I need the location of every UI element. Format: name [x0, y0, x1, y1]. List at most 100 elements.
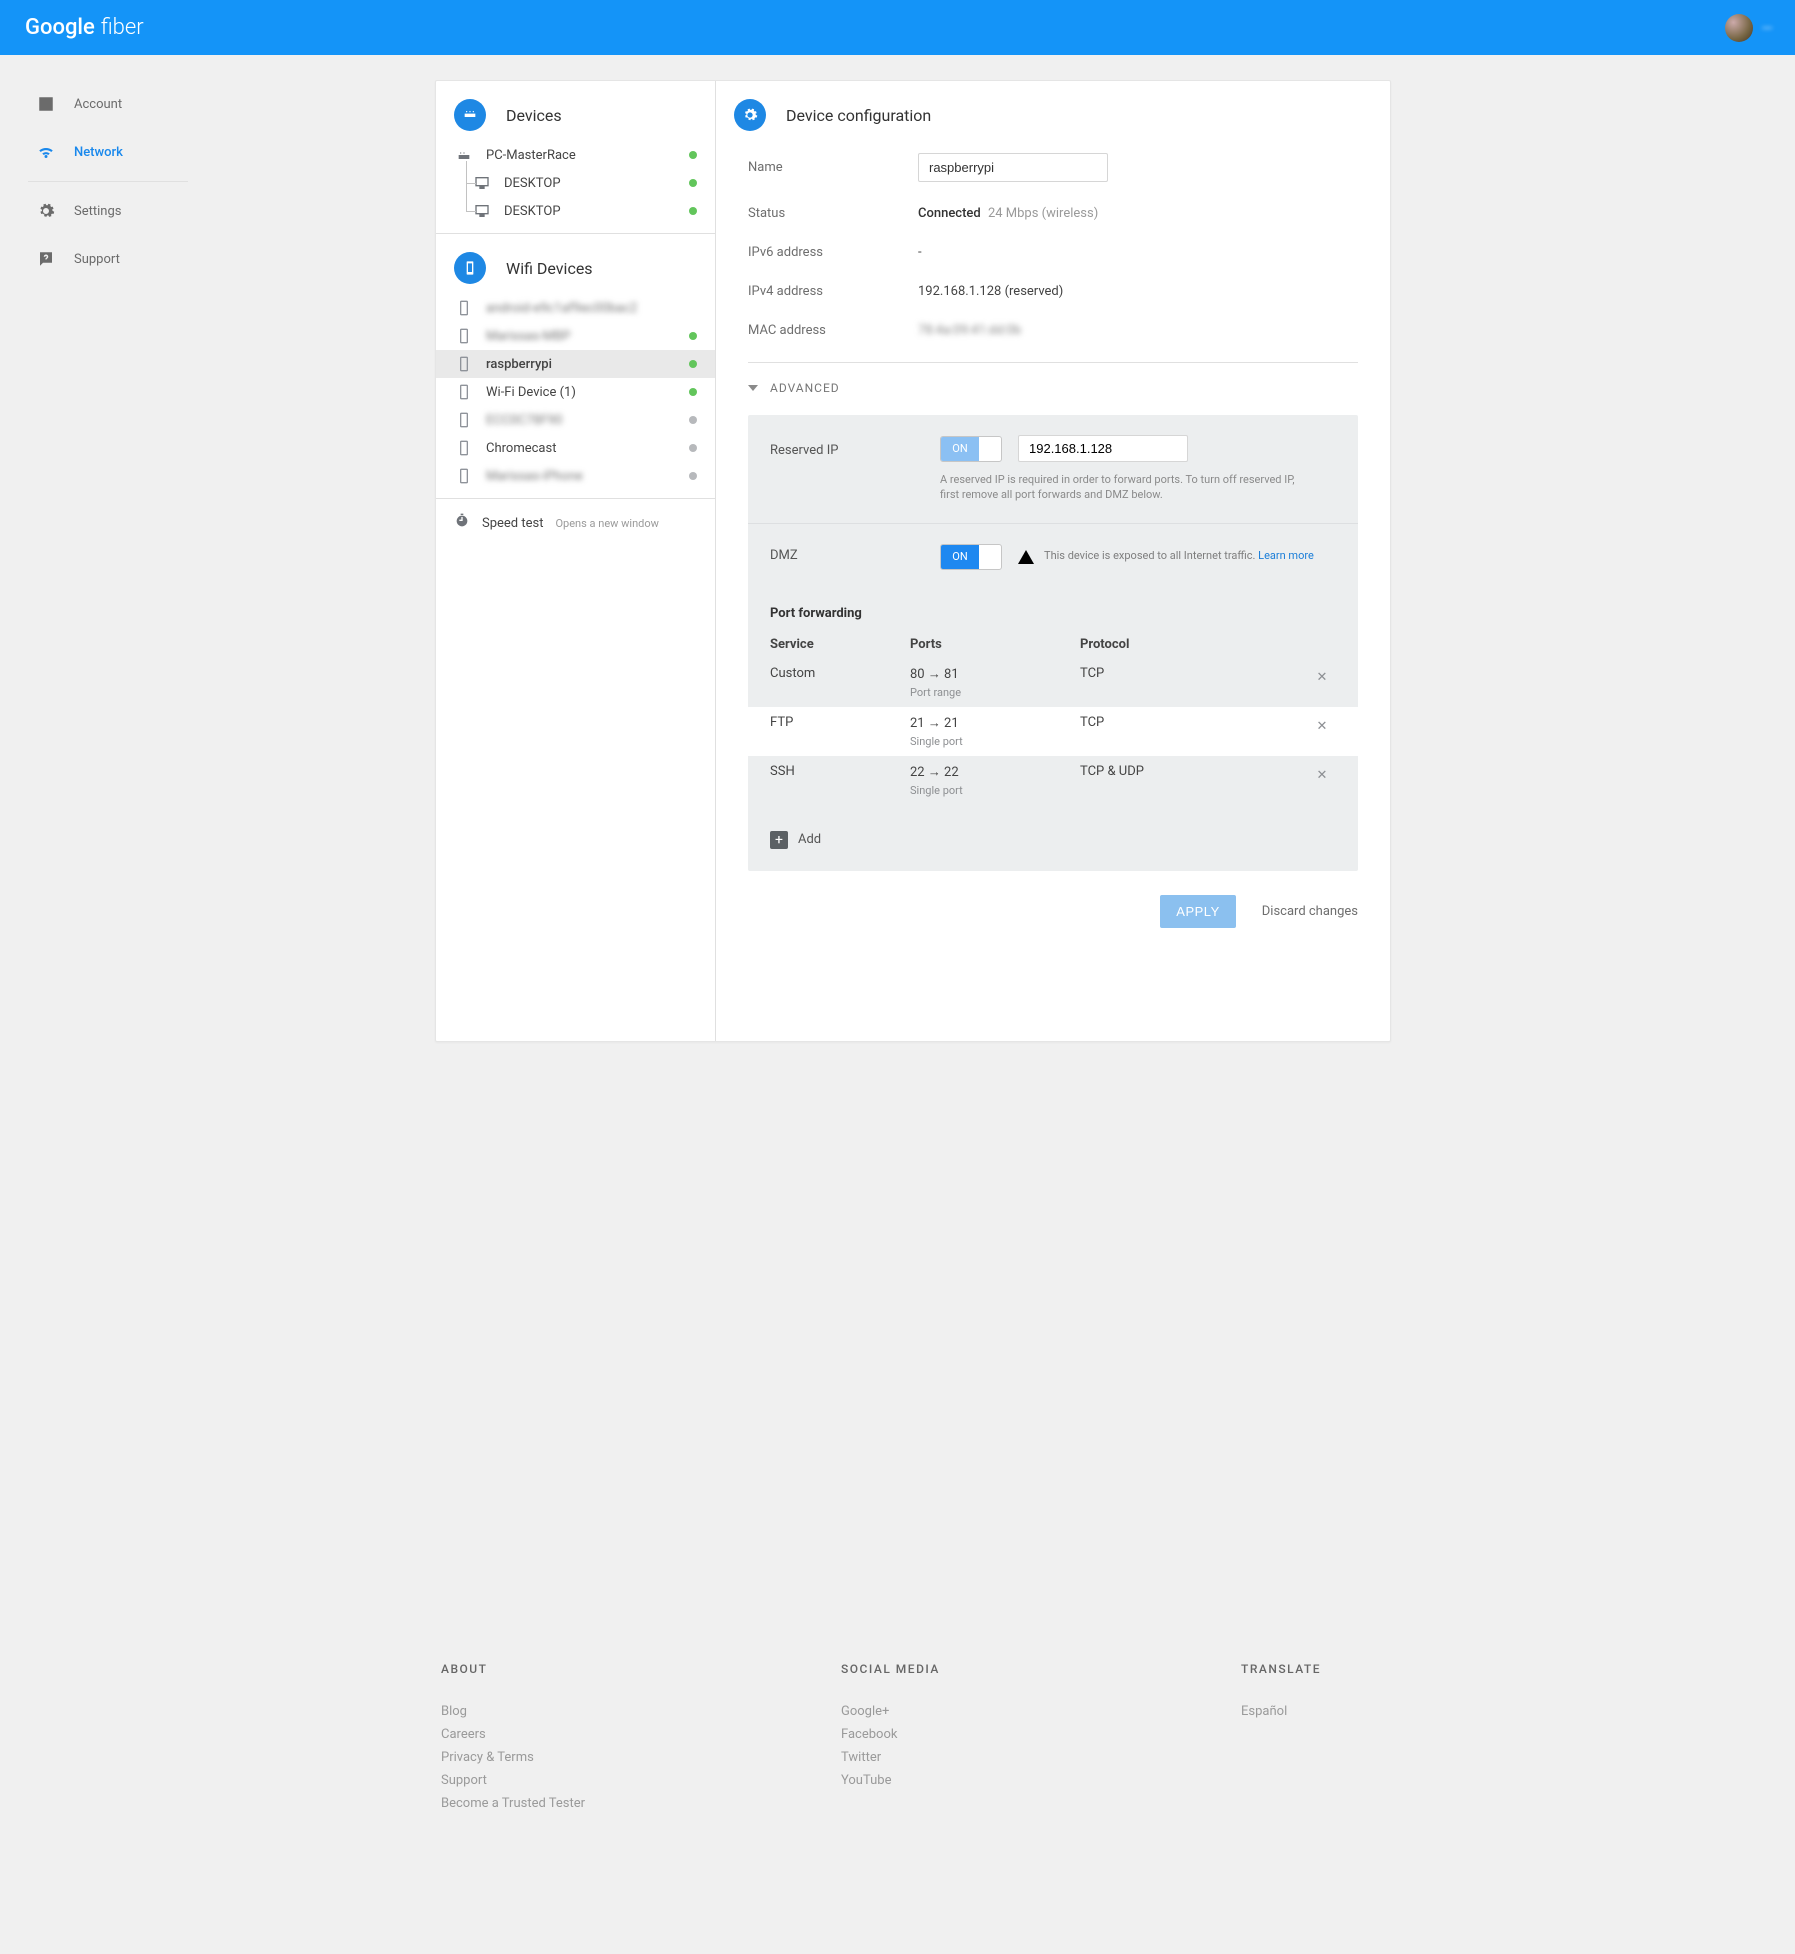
account-menu[interactable]: — [1725, 14, 1773, 42]
reserved-ip-label: Reserved IP [770, 439, 940, 458]
footer-link[interactable]: YouTube [841, 1769, 1241, 1792]
wifi-device-item[interactable]: ECC0C78F90 [436, 406, 715, 434]
reserved-ip-hint: A reserved IP is required in order to fo… [940, 472, 1300, 503]
footer-link[interactable]: Blog [441, 1700, 841, 1723]
dmz-label: DMZ [770, 544, 940, 563]
pf-delete-button[interactable]: ✕ [1308, 666, 1336, 685]
pf-row[interactable]: FTP21 → 21Single portTCP✕ [748, 707, 1358, 756]
footer-link[interactable]: Facebook [841, 1723, 1241, 1746]
pf-head-protocol: Protocol [1080, 637, 1308, 652]
nav-divider [28, 181, 188, 182]
pf-service: FTP [770, 715, 910, 730]
wifi-devices-title: Wifi Devices [506, 259, 593, 278]
brand-logo[interactable]: Google fiber [25, 15, 144, 40]
wifi-device-item[interactable]: Marissas-iPhone [436, 462, 715, 490]
speed-test-link[interactable]: Speed test Opens a new window [436, 499, 715, 547]
footer-link[interactable]: Support [441, 1769, 841, 1792]
toggle-knob [979, 547, 999, 567]
dmz-learn-more-link[interactable]: Learn more [1258, 549, 1314, 562]
status-dot [689, 388, 697, 396]
pf-service: SSH [770, 764, 910, 779]
footer-link[interactable]: Twitter [841, 1746, 1241, 1769]
pf-delete-button[interactable]: ✕ [1308, 764, 1336, 783]
device-item[interactable]: DESKTOP [436, 169, 715, 197]
mac-value: 78:4a:09:41:dd:0b [918, 323, 1021, 338]
nav-settings[interactable]: Settings [0, 187, 200, 235]
dmz-toggle[interactable]: ON [940, 544, 1002, 570]
port-forwarding-title: Port forwarding [748, 590, 1358, 625]
wifi-device-item[interactable]: Chromecast [436, 434, 715, 462]
wifi-devices-header: Wifi Devices [436, 234, 715, 294]
warning-icon [1018, 550, 1034, 564]
pf-row[interactable]: SSH22 → 22Single portTCP & UDP✕ [770, 756, 1336, 805]
reserved-ip-input[interactable] [1018, 435, 1188, 462]
device-config-column: Device configuration Name Status Connect… [716, 81, 1390, 1041]
footer-link[interactable]: Privacy & Terms [441, 1746, 841, 1769]
wifi-device-label: Marissas-MBP [486, 329, 689, 344]
pf-ports: 21 → 21Single port [910, 715, 1080, 748]
phone-outline-icon [454, 412, 474, 428]
pf-add-button[interactable]: + Add [748, 815, 1358, 871]
wifi-device-label: Marissas-iPhone [486, 469, 689, 484]
brand-google: Google [25, 15, 95, 40]
reserved-ip-toggle[interactable]: ON [940, 436, 1002, 462]
wifi-device-item[interactable]: android-e9c1af9ec00bac2 [436, 294, 715, 322]
monitor-icon [472, 203, 492, 219]
footer-link[interactable]: Google+ [841, 1700, 1241, 1723]
device-item[interactable]: PC-MasterRace [436, 141, 715, 169]
monitor-icon [472, 175, 492, 191]
discard-changes-link[interactable]: Discard changes [1262, 904, 1358, 919]
footer-link[interactable]: Become a Trusted Tester [441, 1792, 841, 1815]
config-title: Device configuration [786, 106, 931, 125]
device-item[interactable]: DESKTOP [436, 197, 715, 225]
pf-row[interactable]: Custom80 → 81Port rangeTCP✕ [770, 658, 1336, 707]
phone-outline-icon [454, 468, 474, 484]
status-detail: 24 Mbps (wireless) [988, 206, 1098, 221]
apply-button[interactable]: APPLY [1160, 895, 1235, 928]
config-separator [748, 362, 1358, 363]
wifi-device-item[interactable]: Wi-Fi Device (1) [436, 378, 715, 406]
pf-ports-sub: Single port [910, 735, 1080, 748]
footer-link[interactable]: Español [1241, 1700, 1641, 1723]
dmz-warning-text: This device is exposed to all Internet t… [1044, 549, 1255, 562]
nav-settings-label: Settings [74, 204, 121, 219]
ipv6-label: IPv6 address [748, 245, 918, 260]
gear-icon [36, 201, 56, 221]
help-icon [36, 249, 56, 269]
row-status: Status Connected 24 Mbps (wireless) [748, 194, 1358, 233]
status-dot [689, 179, 697, 187]
stopwatch-icon [454, 513, 470, 533]
top-bar: Google fiber — [0, 0, 1795, 55]
pf-delete-button[interactable]: ✕ [1308, 715, 1336, 734]
name-label: Name [748, 160, 918, 175]
mac-label: MAC address [748, 323, 918, 338]
devices-column: Devices PC-MasterRaceDESKTOPDESKTOP Wifi… [436, 81, 716, 1041]
nav-support-label: Support [74, 252, 120, 267]
name-input[interactable] [918, 153, 1108, 182]
network-card: Devices PC-MasterRaceDESKTOPDESKTOP Wifi… [435, 80, 1391, 1042]
footer-link[interactable]: Careers [441, 1723, 841, 1746]
nav-network-label: Network [74, 145, 123, 160]
pf-protocol: TCP [1080, 715, 1308, 730]
wifi-device-item[interactable]: raspberrypi [436, 350, 715, 378]
row-ipv4: IPv4 address 192.168.1.128 (reserved) [748, 272, 1358, 311]
status-dot [689, 444, 697, 452]
nav-network[interactable]: Network [0, 128, 200, 176]
nav-support[interactable]: Support [0, 235, 200, 283]
nav-account[interactable]: Account [0, 80, 200, 128]
wifi-device-label: android-e9c1af9ec00bac2 [486, 301, 697, 316]
advanced-toggle[interactable]: ADVANCED [748, 375, 1358, 401]
status-dot [689, 472, 697, 480]
config-gear-icon [734, 99, 766, 131]
status-label: Status [748, 206, 918, 221]
phone-icon [454, 252, 486, 284]
pf-ports-sub: Single port [910, 784, 1080, 797]
footer-about-heading: ABOUT [441, 1662, 841, 1676]
wifi-device-item[interactable]: Marissas-MBP [436, 322, 715, 350]
status-value: Connected [918, 206, 981, 221]
pf-header-row: Service Ports Protocol [770, 629, 1336, 658]
pf-protocol: TCP & UDP [1080, 764, 1308, 779]
phone-outline-icon [454, 300, 474, 316]
row-reserved-ip: Reserved IP ON A reserved IP is require [748, 415, 1358, 523]
phone-outline-icon [454, 384, 474, 400]
